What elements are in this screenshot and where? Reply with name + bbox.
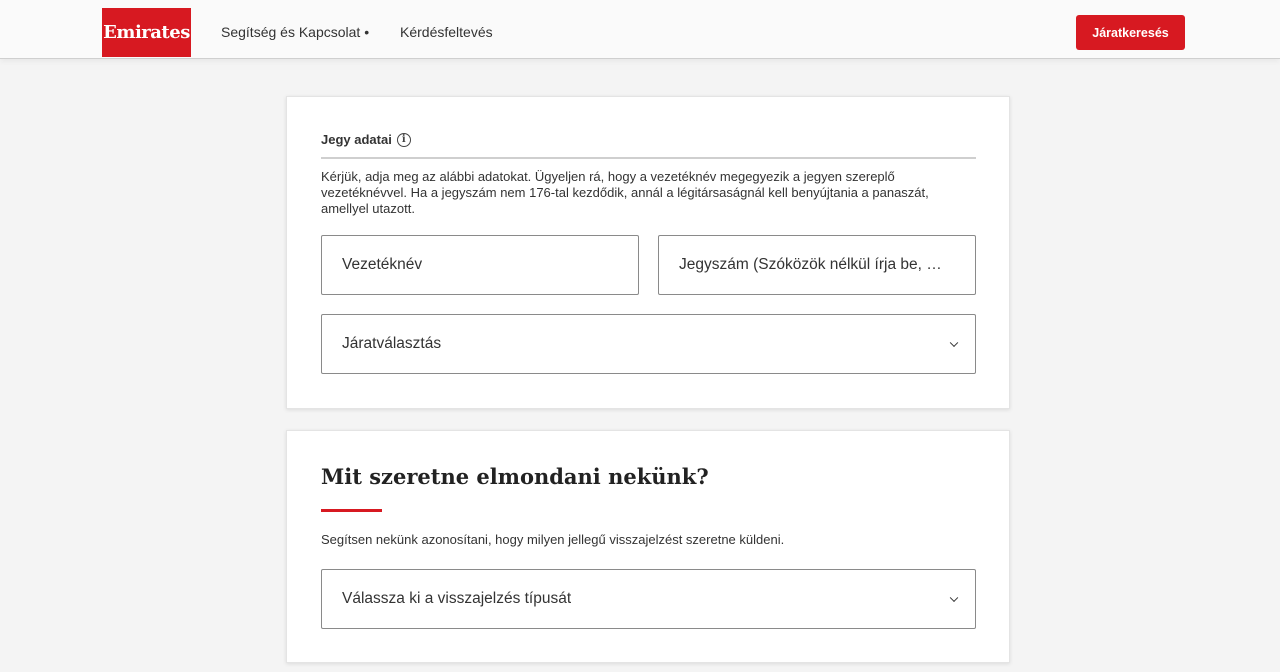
feedback-type-select[interactable]: Válassza ki a visszajelzés típusát — [321, 569, 976, 629]
nav-help-contact[interactable]: Segítség és Kapcsolat • — [221, 24, 369, 40]
flight-select[interactable]: Járatválasztás — [321, 314, 976, 374]
surname-input[interactable]: Vezetéknév — [321, 235, 639, 295]
feedback-heading: Mit szeretne elmondani nekünk? — [321, 464, 709, 489]
chevron-down-icon — [949, 338, 959, 348]
nav-ask-question[interactable]: Kérdésfeltevés — [400, 24, 493, 40]
info-icon[interactable]: i — [396, 132, 411, 147]
heading-underline — [321, 509, 382, 512]
section-divider — [321, 157, 976, 159]
ticket-details-title-text: Jegy adatai — [321, 132, 392, 147]
ticket-number-input[interactable]: Jegyszám (Szóközök nélkül írja be, … — [658, 235, 976, 295]
chevron-down-icon — [949, 593, 959, 603]
ticket-details-card: Jegy adatai i Kérjük, adja meg az alábbi… — [286, 96, 1010, 409]
flight-search-button[interactable]: Járatkeresés — [1076, 15, 1185, 50]
feedback-description: Segítsen nekünk azonosítani, hogy milyen… — [321, 532, 785, 547]
ticket-details-title: Jegy adatai i — [321, 132, 411, 147]
feedback-type-label: Válassza ki a visszajelzés típusát — [342, 590, 572, 607]
flight-select-label: Járatválasztás — [342, 335, 442, 352]
emirates-logo[interactable]: Emirates — [102, 8, 191, 57]
site-header: Emirates Segítség és Kapcsolat • Kérdésf… — [0, 0, 1280, 59]
ticket-number-placeholder: Jegyszám (Szóközök nélkül írja be, … — [679, 256, 942, 273]
feedback-card: Mit szeretne elmondani nekünk? Segítsen … — [286, 430, 1010, 663]
ticket-details-description: Kérjük, adja meg az alábbi adatokat. Ügy… — [321, 169, 929, 216]
surname-placeholder: Vezetéknév — [342, 256, 423, 273]
